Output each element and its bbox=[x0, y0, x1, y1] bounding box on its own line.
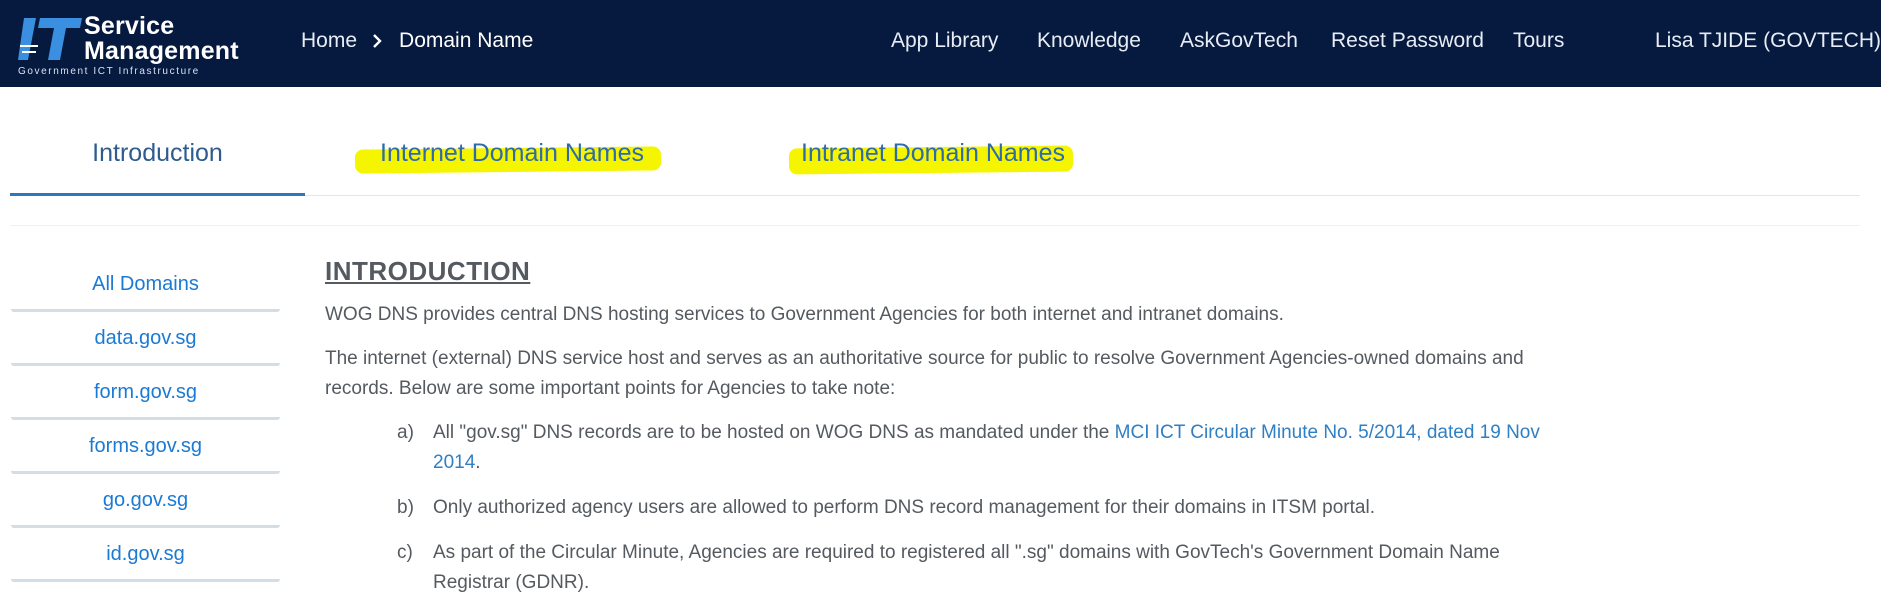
list-marker: b) bbox=[397, 497, 414, 518]
list-item: a) All "gov.sg" DNS records are to be ho… bbox=[325, 418, 1555, 478]
nav-tours[interactable]: Tours bbox=[1513, 29, 1564, 53]
notes-list: a) All "gov.sg" DNS records are to be ho… bbox=[325, 418, 1555, 598]
nav-reset-password[interactable]: Reset Password bbox=[1331, 29, 1484, 53]
intro-paragraph: The internet (external) DNS service host… bbox=[325, 348, 1524, 399]
user-name: Lisa TJIDE (GOVTECH) bbox=[1655, 29, 1881, 52]
list-item-text: All "gov.sg" DNS records are to be hoste… bbox=[433, 422, 1115, 443]
sidebar-item-forms-gov-sg[interactable]: forms.gov.sg bbox=[11, 420, 280, 474]
user-menu[interactable]: Lisa TJIDE (GOVTECH) bbox=[1655, 29, 1881, 53]
sidebar-item-go-gov-sg[interactable]: go.gov.sg bbox=[11, 474, 280, 528]
nav-askgovtech[interactable]: AskGovTech bbox=[1180, 29, 1298, 53]
intro-paragraph: WOG DNS provides central DNS hosting ser… bbox=[325, 304, 1284, 325]
sidebar-item-id-gov-sg[interactable]: id.gov.sg bbox=[11, 528, 280, 582]
domain-sidebar: All Domains data.gov.sg form.gov.sg form… bbox=[11, 258, 280, 582]
tab-intranet-domain-names[interactable]: Intranet Domain Names bbox=[801, 110, 1065, 196]
tab-strip: Introduction Internet Domain Names Intra… bbox=[10, 110, 1860, 196]
section-heading: INTRODUCTION bbox=[325, 256, 531, 286]
sidebar-item-form-gov-sg[interactable]: form.gov.sg bbox=[11, 366, 280, 420]
tab-internet-domain-names[interactable]: Internet Domain Names bbox=[380, 110, 644, 196]
list-item: c) As part of the Circular Minute, Agenc… bbox=[325, 538, 1555, 598]
list-marker: c) bbox=[397, 542, 413, 563]
list-marker: a) bbox=[397, 422, 414, 443]
sidebar-item-all-domains[interactable]: All Domains bbox=[11, 258, 280, 312]
list-item-text: . bbox=[475, 452, 481, 473]
list-item-text: As part of the Circular Minute, Agencies… bbox=[433, 542, 1500, 593]
logo-subtitle: Government ICT Infrastructure bbox=[18, 66, 200, 77]
top-navbar: Service Management Government ICT Infras… bbox=[0, 0, 1881, 87]
tab-panel-divider bbox=[10, 220, 1860, 226]
nav-knowledge[interactable]: Knowledge bbox=[1037, 29, 1141, 53]
nav-app-library[interactable]: App Library bbox=[891, 29, 998, 53]
sidebar-item-data-gov-sg[interactable]: data.gov.sg bbox=[11, 312, 280, 366]
tab-introduction[interactable]: Introduction bbox=[10, 110, 305, 196]
introduction-content: INTRODUCTION WOG DNS provides central DN… bbox=[325, 255, 1555, 613]
main-nav: App Library Knowledge AskGovTech Reset P… bbox=[0, 29, 1881, 59]
list-item: b) Only authorized agency users are allo… bbox=[325, 493, 1555, 523]
list-item-text: Only authorized agency users are allowed… bbox=[433, 497, 1375, 518]
